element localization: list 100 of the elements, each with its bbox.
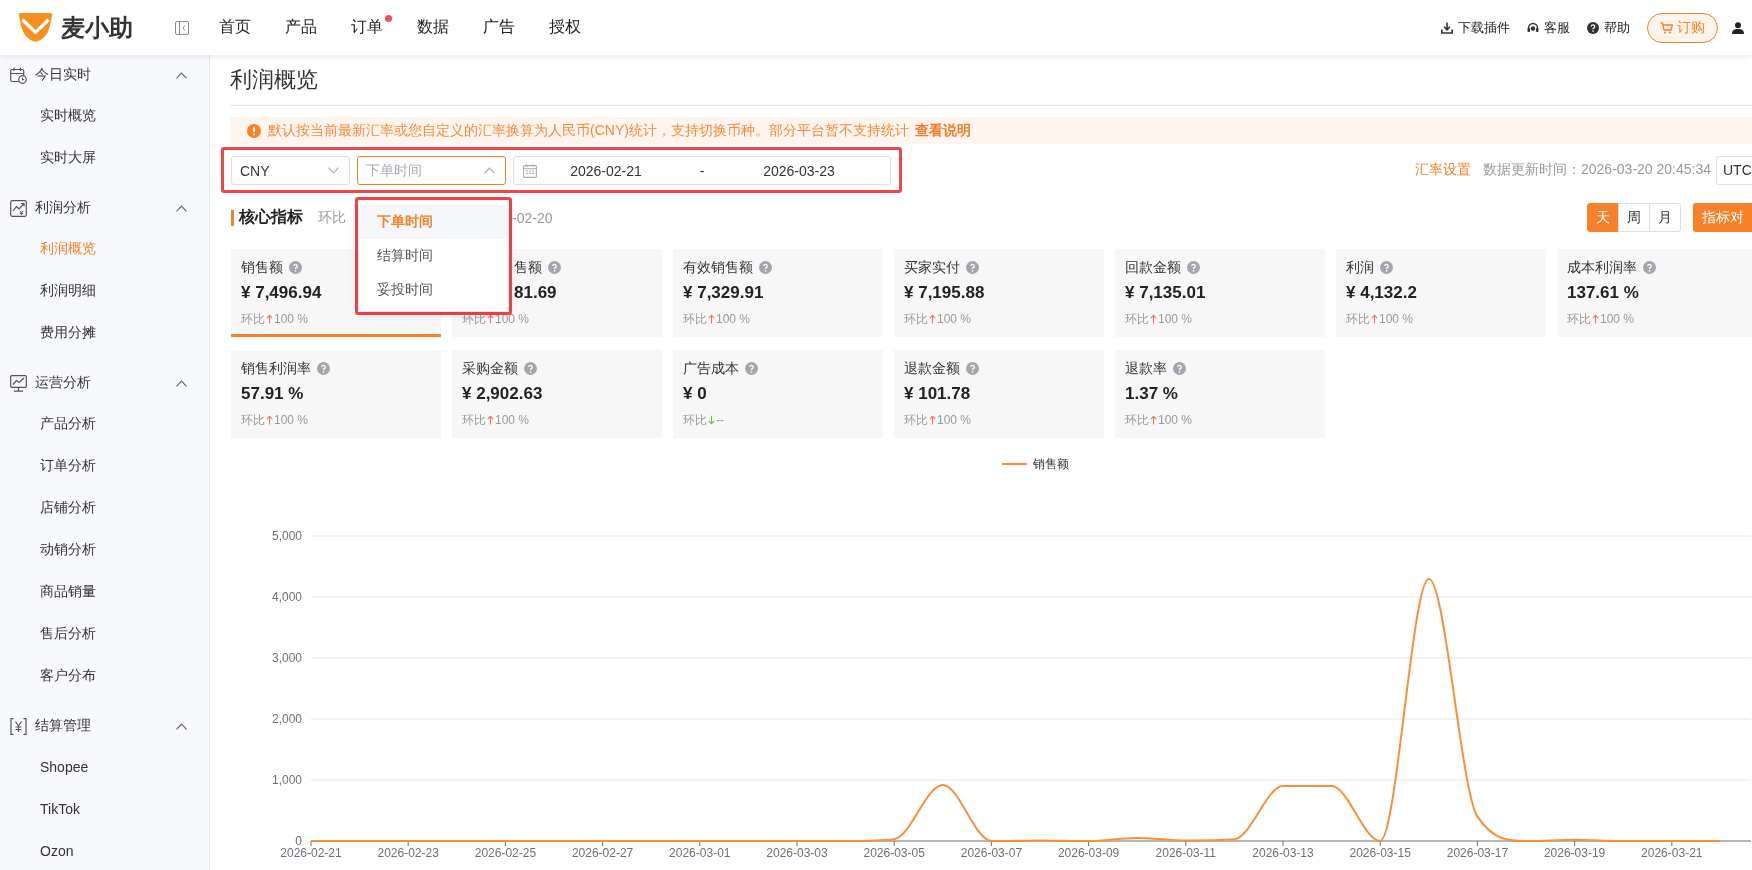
title-accent-bar [231,209,234,226]
y-axis-label: 5,000 [271,529,302,543]
metric-label: 销售利润率 [241,359,311,377]
header-link[interactable]: 下载插件 [1441,18,1510,37]
granularity-tab[interactable]: 周 [1618,203,1650,232]
help-icon[interactable] [1643,260,1656,274]
nav-link[interactable]: 首页 [219,17,251,38]
help-icon[interactable] [759,260,772,274]
sidebar-group-label[interactable]: 运营分析 [35,374,91,392]
sidebar-item[interactable]: 店铺分析 [40,499,96,517]
sidebar-item[interactable]: 订单分析 [40,457,96,475]
metric-card[interactable]: 退款率 1.37 % 环比 100 % [1115,350,1325,438]
metric-label: 回款金额 [1125,258,1181,276]
help-icon[interactable] [548,260,561,274]
metric-value: ¥ 101.78 [904,384,971,403]
sidebar-item[interactable]: 实时大屏 [40,149,96,167]
nav-link[interactable]: 广告 [483,17,515,38]
metric-label: 成本利润率 [1567,258,1637,276]
date-range-field[interactable]: 2026-02-21 - 2026-03-23 [513,156,891,185]
delta-value: 100 % [937,412,972,428]
end-date[interactable]: 2026-03-23 [736,162,862,179]
x-axis-label: 2026-02-25 [474,846,537,860]
legend-label[interactable]: 销售额 [1033,457,1069,471]
user-icon[interactable] [1732,21,1744,34]
sidebar-item[interactable]: 利润明细 [40,282,96,300]
sidebar-item[interactable]: 售后分析 [40,625,96,643]
sidebar-group-label[interactable]: 今日实时 [35,66,91,84]
metric-value: 81.69 [514,283,557,302]
metric-card[interactable]: 回款金额 ¥ 7,135.01 环比 100 % [1115,249,1325,337]
header-link[interactable]: 客服 [1527,18,1570,37]
metric-value: ¥ 2,902.63 [462,384,543,403]
x-axis-label: 2026-03-17 [1446,846,1509,860]
notice-text: 默认按当前最新汇率或您自定义的汇率换算为人民币(CNY)统计，支持切换币种。部分平台暂不支持统计 查看说明 [268,121,971,140]
sidebar-item[interactable]: 客户分布 [40,667,96,685]
help-icon[interactable] [966,361,979,375]
chevron-up-icon[interactable] [176,71,187,79]
delta-value: -- [716,412,724,428]
start-date[interactable]: 2026-02-21 [544,162,668,179]
delta-label: 环比 [683,412,707,428]
nav-link[interactable]: 产品 [285,17,317,38]
help-icon[interactable] [1173,361,1186,375]
metric-card[interactable]: 利润 ¥ 4,132.2 环比 100 % [1336,249,1546,337]
metric-label: 销售额 [241,258,283,276]
delta-label: 环比 [1125,311,1149,327]
sidebar-item[interactable]: TikTok [40,801,80,817]
metric-value: ¥ 0 [683,384,707,403]
chevron-up-icon[interactable] [176,204,187,212]
metric-label: 退款率 [1125,359,1167,377]
help-icon[interactable] [966,260,979,274]
nav-link[interactable]: 授权 [549,17,581,38]
delta-label: 环比 [241,311,265,327]
x-axis-label: 2026-02-21 [280,846,342,860]
currency-select[interactable]: CNY [231,156,350,185]
metric-card[interactable]: 销售利润率 57.91 % 环比 100 % [231,350,441,438]
sidebar-item[interactable]: Ozon [40,843,74,859]
y-axis-label: 4,000 [271,590,302,604]
metric-card[interactable]: 采购金额 ¥ 2,902.63 环比 100 % [452,350,662,438]
delta-label: 环比 [1346,311,1370,327]
nav-link[interactable]: 订单 [351,17,383,38]
metric-value: 57.91 % [241,384,304,403]
sidebar-item[interactable]: Shopee [40,759,89,775]
delta-label: 环比 [462,412,486,428]
sidebar-item[interactable]: 实时概览 [40,107,96,125]
nav-link[interactable]: 数据 [417,17,449,38]
sidebar-group-label[interactable]: 利润分析 [35,199,91,217]
chevron-up-icon[interactable] [176,379,187,387]
chevron-up-icon [484,167,495,174]
delta-value: 100 % [1600,311,1635,327]
compare-period-text: -02-20 [512,209,553,226]
metric-card[interactable]: 有效销售额 ¥ 7,329.91 环比 100 % [673,249,883,337]
help-icon[interactable] [289,260,302,274]
sidebar-group-label[interactable]: 结算管理 [35,717,91,735]
sidebar-item[interactable]: 费用分摊 [40,324,96,342]
help-icon[interactable] [1187,260,1200,274]
metric-value: ¥ 7,329.91 [683,283,764,302]
update-time-text: 数据更新时间：2026-03-20 20:45:34 [1483,161,1711,179]
metric-card[interactable]: 退款金额 ¥ 101.78 环比 100 % [894,350,1104,438]
x-axis-label: 2026-03-07 [960,846,1023,860]
help-icon[interactable] [1380,260,1393,274]
chevron-up-icon[interactable] [176,722,187,730]
sidebar-item[interactable]: 产品分析 [40,415,96,433]
header-link[interactable]: 帮助 [1587,18,1630,37]
metric-card[interactable]: 买家实付 ¥ 7,195.88 环比 100 % [894,249,1104,337]
sidebar-toggle-icon[interactable] [175,20,189,35]
sidebar-item[interactable]: 商品销量 [40,583,96,601]
metric-card[interactable]: 成本利润率 137.61 % 环比 100 % [1557,249,1752,337]
warning-icon [247,123,261,138]
help-icon[interactable] [317,361,330,375]
metric-value: ¥ 7,135.01 [1125,283,1206,302]
sidebar-item[interactable]: 动销分析 [40,541,96,559]
calendar-icon [523,163,537,178]
delta-value: 100 % [1379,311,1414,327]
chart-icon [10,199,27,217]
y-axis-label: 1,000 [271,773,302,787]
help-icon[interactable] [524,361,537,375]
metric-card[interactable]: 广告成本 ¥ 0 环比 -- [673,350,883,438]
granularity-tab[interactable]: 月 [1649,203,1681,232]
timezone-select[interactable]: UTC [1716,155,1752,185]
help-icon[interactable] [745,361,758,375]
delta-value: 100 % [937,311,972,327]
